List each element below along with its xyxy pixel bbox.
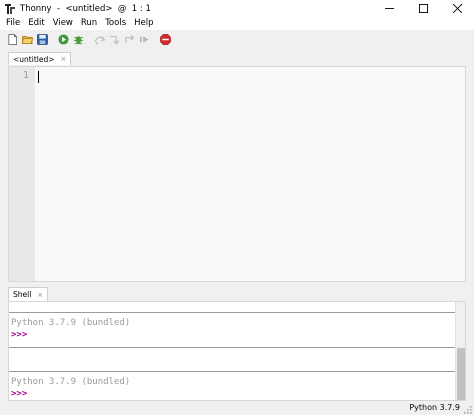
tab-shell[interactable]: Shell ×	[8, 287, 49, 301]
thonny-logo-icon	[5, 3, 15, 14]
shell-tab-strip: Shell ×	[0, 287, 474, 301]
debug-icon	[73, 35, 83, 44]
run-icon	[57, 33, 69, 45]
menu-file[interactable]: File	[3, 17, 23, 30]
text-caret	[38, 71, 39, 83]
new-file-icon	[7, 33, 17, 45]
open-file-button[interactable]	[21, 33, 33, 45]
step-out-button[interactable]	[123, 33, 135, 45]
menu-view[interactable]: View	[50, 17, 76, 30]
maximize-icon	[418, 4, 428, 13]
code-editor[interactable]: 1	[8, 66, 466, 282]
window-controls	[372, 0, 474, 17]
resize-grip-icon[interactable]	[464, 406, 472, 414]
shell-tab-close-icon[interactable]: ×	[37, 291, 43, 299]
line-number-gutter: 1	[9, 67, 35, 281]
save-button[interactable]	[36, 33, 48, 45]
step-into-icon	[109, 35, 119, 44]
shell-scroll-thumb[interactable]	[457, 348, 465, 400]
shell-scrollbar[interactable]	[455, 302, 465, 400]
new-file-button[interactable]	[6, 33, 18, 45]
step-out-icon	[124, 34, 134, 43]
resume-button[interactable]	[138, 33, 150, 45]
menu-help[interactable]: Help	[131, 17, 156, 30]
shell-banner: Python 3.7.9 (bundled)	[11, 377, 131, 387]
line-number: 1	[22, 70, 29, 81]
stop-button[interactable]	[159, 33, 171, 45]
tab-close-icon[interactable]: ×	[61, 55, 67, 63]
shell-separator	[9, 312, 456, 313]
save-icon	[36, 33, 48, 45]
menu-tools[interactable]: Tools	[102, 17, 129, 30]
menu-bar: File Edit View Run Tools Help	[0, 17, 474, 30]
interpreter-label[interactable]: Python 3.7.9	[409, 403, 460, 412]
shell-separator	[9, 371, 456, 372]
shell-separator	[9, 347, 456, 348]
shell-prompt[interactable]: >>>	[11, 389, 27, 399]
code-text-area[interactable]	[35, 67, 465, 281]
stop-icon	[159, 33, 171, 45]
close-icon	[452, 4, 462, 13]
minimize-icon	[384, 8, 394, 9]
menu-run[interactable]: Run	[78, 17, 100, 30]
close-button[interactable]	[440, 0, 474, 17]
maximize-button[interactable]	[406, 0, 440, 17]
toolbar	[0, 30, 474, 48]
menu-edit[interactable]: Edit	[25, 17, 47, 30]
status-bar: Python 3.7.9	[0, 402, 474, 415]
open-folder-icon	[21, 35, 33, 44]
shell-prompt: >>>	[11, 330, 28, 340]
minimize-button[interactable]	[372, 0, 406, 17]
editor-tab-strip: <untitled> ×	[0, 50, 474, 66]
shell-panel[interactable]: Python 3.7.9 (bundled) >>> Python 3.7.9 …	[8, 301, 466, 401]
tab-untitled[interactable]: <untitled> ×	[8, 52, 72, 65]
shell-banner: Python 3.7.9 (bundled)	[11, 318, 131, 328]
run-button[interactable]	[57, 33, 69, 45]
shell-tab-label: Shell	[13, 290, 32, 299]
step-over-icon	[93, 35, 105, 44]
step-into-button[interactable]	[108, 33, 120, 45]
step-over-button[interactable]	[93, 33, 105, 45]
title-bar: Thonny - <untitled> @ 1 : 1	[0, 0, 474, 17]
tab-label: <untitled>	[13, 54, 55, 64]
window-title: Thonny - <untitled> @ 1 : 1	[20, 3, 151, 14]
resume-icon	[139, 35, 149, 43]
debug-button[interactable]	[72, 33, 84, 45]
